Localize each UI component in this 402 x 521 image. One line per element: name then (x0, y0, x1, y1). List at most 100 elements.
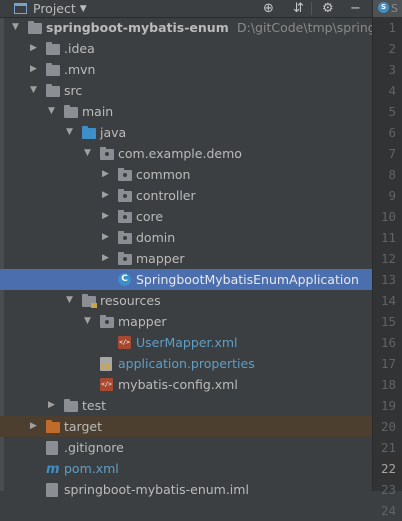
line-number[interactable]: 12 (372, 248, 396, 269)
tree-row-project-root[interactable]: ▼ springboot-mybatis-enum D:\gitCode\tmp\s… (0, 17, 402, 38)
tree-label: .idea (64, 41, 95, 56)
xml-file-icon: </> (118, 336, 131, 349)
line-number[interactable]: 5 (372, 101, 396, 122)
package-icon (100, 147, 114, 160)
tree-label: domin (136, 230, 176, 245)
tree-row-application-class[interactable]: C SpringbootMybatisEnumApplication (0, 269, 372, 290)
tree-row-pom[interactable]: m pom.xml (0, 458, 372, 479)
tree-row-gitignore[interactable]: .gitignore (0, 437, 372, 458)
tree-row-mvn[interactable]: ▶ .mvn (0, 59, 372, 80)
tree-row-main[interactable]: ▼ main (0, 101, 372, 122)
tree-label: common (136, 167, 191, 182)
tree-label: mybatis-config.xml (118, 377, 238, 392)
expand-closed-icon[interactable]: ▶ (30, 416, 40, 437)
line-number[interactable]: 2 (372, 38, 396, 59)
line-number[interactable]: 10 (372, 206, 396, 227)
expand-closed-icon[interactable]: ▶ (102, 164, 112, 185)
tree-label: application.properties (118, 356, 255, 371)
line-number[interactable]: 11 (372, 227, 396, 248)
tree-row-controller[interactable]: ▶ controller (0, 185, 372, 206)
tree-label: springboot-mybatis-enum.iml (64, 482, 249, 497)
gear-icon[interactable]: ⚙ (322, 0, 334, 17)
properties-file-icon (100, 357, 112, 371)
tree-row-iml[interactable]: springboot-mybatis-enum.iml (0, 479, 372, 500)
collapse-icon[interactable]: ⇵ (293, 0, 304, 17)
folder-icon (64, 105, 78, 118)
expand-closed-icon[interactable]: ▶ (102, 185, 112, 206)
tree-label: src (64, 83, 83, 98)
line-number[interactable]: 4 (372, 80, 396, 101)
expand-open-icon[interactable]: ▼ (12, 17, 22, 38)
chevron-down-icon[interactable]: ▼ (80, 4, 87, 14)
line-number[interactable]: 17 (372, 353, 396, 374)
line-number[interactable]: 23 (372, 479, 396, 500)
expand-open-icon[interactable]: ▼ (48, 101, 58, 122)
tree-row-application-properties[interactable]: application.properties (0, 353, 372, 374)
project-view-selector[interactable]: Project (33, 1, 76, 16)
expand-closed-icon[interactable]: ▶ (102, 206, 112, 227)
tree-row-mapper[interactable]: ▶ mapper (0, 248, 372, 269)
tree-row-idea[interactable]: ▶ .idea (0, 38, 372, 59)
project-toolbar: Project ▼ ⊕ ⇵ ⚙ − (0, 0, 372, 18)
tree-row-src[interactable]: ▼ src (0, 80, 372, 101)
tree-row-java[interactable]: ▼ java (0, 122, 372, 143)
expand-open-icon[interactable]: ▼ (66, 122, 76, 143)
tree-row-mapper-res[interactable]: ▼ mapper (0, 311, 372, 332)
line-number[interactable]: 18 (372, 374, 396, 395)
minimize-icon[interactable]: − (350, 0, 361, 17)
line-number[interactable]: 19 (372, 395, 396, 416)
line-number[interactable]: 21 (372, 437, 396, 458)
tree-label: pom.xml (64, 461, 119, 476)
line-number[interactable]: 13 (372, 269, 396, 290)
tree-row-target[interactable]: ▶ target (0, 416, 372, 437)
maven-icon: m (46, 462, 60, 477)
crosshair-icon[interactable]: ⊕ (263, 0, 274, 17)
line-number[interactable]: 24 (372, 500, 396, 521)
line-number[interactable]: 6 (372, 122, 396, 143)
line-number[interactable]: 9 (372, 185, 396, 206)
tree-label: SpringbootMybatisEnumApplication (136, 272, 359, 287)
tree-label: resources (100, 293, 161, 308)
line-number[interactable]: 16 (372, 332, 396, 353)
expand-open-icon[interactable]: ▼ (66, 290, 76, 311)
package-icon (118, 168, 132, 181)
tree-row-usermapper-xml[interactable]: </> UserMapper.xml (0, 332, 372, 353)
resources-folder-icon (82, 294, 97, 308)
tree-label: core (136, 209, 164, 224)
editor-tab[interactable]: S S (373, 0, 402, 17)
line-number[interactable]: 8 (372, 164, 396, 185)
line-number[interactable]: 22 (372, 458, 396, 479)
line-number[interactable]: 20 (372, 416, 396, 437)
tree-row-resources[interactable]: ▼ resources (0, 290, 372, 311)
expand-closed-icon[interactable]: ▶ (30, 38, 40, 59)
project-tree[interactable]: ▼ springboot-mybatis-enum D:\gitCode\tmp\s… (0, 17, 402, 500)
expand-open-icon[interactable]: ▼ (84, 311, 94, 332)
tree-label: mapper (136, 251, 185, 266)
tree-label: java (100, 125, 127, 140)
tree-row-test[interactable]: ▶ test (0, 395, 372, 416)
expand-closed-icon[interactable]: ▶ (102, 227, 112, 248)
tree-label: .mvn (64, 62, 96, 77)
line-number[interactable]: 15 (372, 311, 396, 332)
tree-row-domin[interactable]: ▶ domin (0, 227, 372, 248)
line-number[interactable]: 1 (372, 17, 396, 38)
expand-closed-icon[interactable]: ▶ (30, 59, 40, 80)
folder-icon (64, 399, 78, 412)
tree-label: com.example.demo (118, 146, 242, 161)
folder-icon (28, 21, 42, 34)
line-number[interactable]: 14 (372, 290, 396, 311)
tree-label: mapper (118, 314, 167, 329)
package-icon (118, 231, 132, 244)
line-number[interactable]: 7 (372, 143, 396, 164)
line-number[interactable]: 3 (372, 59, 396, 80)
expand-open-icon[interactable]: ▼ (30, 80, 40, 101)
expand-closed-icon[interactable]: ▶ (102, 248, 112, 269)
tree-label: test (82, 398, 107, 413)
tree-row-common[interactable]: ▶ common (0, 164, 372, 185)
tree-row-core[interactable]: ▶ core (0, 206, 372, 227)
tree-row-mybatis-config[interactable]: </> mybatis-config.xml (0, 374, 372, 395)
expand-closed-icon[interactable]: ▶ (48, 395, 58, 416)
folder-icon (46, 42, 60, 55)
tree-row-com-example-demo[interactable]: ▼ com.example.demo (0, 143, 372, 164)
expand-open-icon[interactable]: ▼ (84, 143, 94, 164)
